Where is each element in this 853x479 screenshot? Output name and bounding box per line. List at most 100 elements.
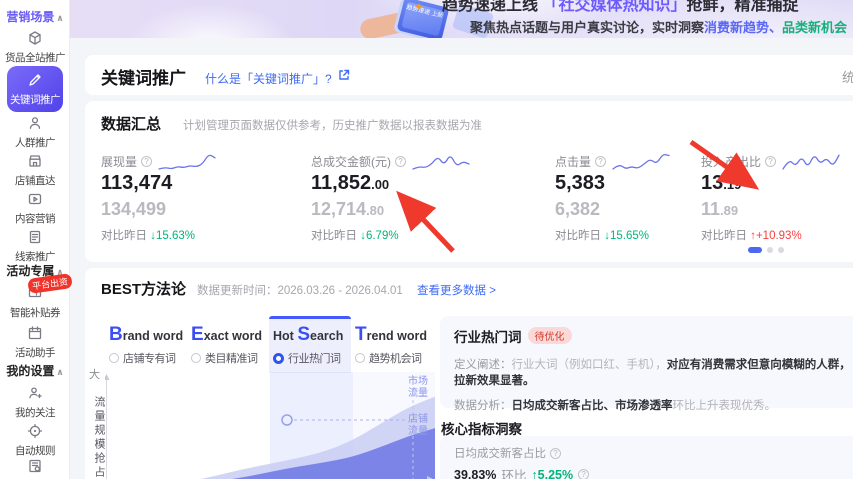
banner-headline: 趋势速递上线 「社交媒体热知识」抢鲜，精准捕捉: [442, 0, 798, 15]
sidebar-item-activity-helper[interactable]: 活动助手: [0, 325, 70, 361]
radio-icon[interactable]: [109, 353, 119, 363]
metric-value-decimal: .00: [371, 177, 390, 192]
sidebar-item-shop-direct[interactable]: 店铺直达: [0, 153, 70, 189]
tab-cn-label: 类目精准词: [205, 353, 258, 365]
metric-prev-value: 12,714: [311, 199, 367, 219]
compare-label: 对比昨日: [701, 230, 747, 242]
sidebar-group-settings[interactable]: 我的设置 ∧: [0, 362, 70, 379]
sidebar-item-label: 自动规则: [15, 445, 56, 457]
person-icon: [27, 115, 43, 131]
summary-note: 计划管理页面数据仅供参考，历史推广数据以报表数据为准: [183, 120, 482, 132]
metric-label: 点击量: [555, 154, 592, 169]
external-link-icon[interactable]: [338, 69, 350, 81]
kpi-change: ↑5.25%: [531, 467, 574, 479]
metric-prev-value: 6,382: [555, 199, 601, 219]
sparkle-icon: ✦: [414, 0, 425, 14]
tab-cn-label: 趋势机会词: [369, 353, 422, 365]
sidebar-item-audience[interactable]: 人群推广: [0, 115, 70, 151]
metric-value: 113,474: [101, 172, 173, 194]
sidebar-item-follows[interactable]: 我的关注: [0, 385, 70, 421]
best-tabs: Brand word 店铺专有词 Exact word 类目精准词 Hot Se…: [105, 316, 435, 373]
target-icon: [27, 423, 43, 439]
sidebar-item-label: 我的关注: [15, 407, 56, 419]
dot[interactable]: [767, 247, 773, 253]
metric-value: 13: [701, 172, 724, 194]
package-icon: [27, 30, 43, 46]
best-methodology-card: BEST方法论 数据更新时间：2026.03.26 - 2026.04.01 查…: [85, 268, 853, 479]
banner-subline: 聚焦热点话题与用户真实讨论，实时洞察消费新趋势、品类新机会: [470, 17, 847, 36]
group-label: 营销场景: [6, 10, 55, 24]
dot[interactable]: [778, 247, 784, 253]
sidebar-item-label: 人群推广: [15, 137, 56, 149]
sidebar-item-keyword[interactable]: 关键词推广: [7, 66, 63, 112]
compare-label: 对比昨日: [555, 230, 601, 242]
tab-cn-label: 行业热门词: [288, 353, 341, 365]
sparkline-clicks: [612, 154, 670, 170]
sidebar-item-full-site[interactable]: 货品全站推广: [0, 30, 70, 66]
sidebar-item-label: 关键词推广: [10, 94, 61, 106]
update-time: 数据更新时间：2026.03.26 - 2026.04.01: [197, 285, 403, 297]
sidebar-item-records[interactable]: 我的操作记录: [0, 458, 70, 479]
headline-prefix: 趋势速递上线: [442, 0, 543, 14]
help-circle-icon[interactable]: ?: [578, 469, 590, 479]
storefront-icon: [27, 153, 43, 169]
promo-banner[interactable]: 趋势速递 上新 ✦ 趋势速递上线 「社交媒体热知识」抢鲜，精准捕捉 聚焦热点话题…: [70, 0, 853, 38]
radio-icon[interactable]: [355, 353, 365, 363]
sidebar-group-marketing[interactable]: 营销场景 ∧: [0, 8, 70, 25]
best-title: BEST方法论: [101, 281, 187, 298]
compare-label: 对比昨日: [311, 230, 357, 242]
sidebar: 营销场景 ∧ 货品全站推广 关键词推广 人群推广 店铺直达 内容营销 线索推广 活…: [0, 0, 73, 479]
sparkline-roi: [782, 154, 840, 170]
sparkline-gmv: [412, 156, 470, 170]
dot-active[interactable]: [748, 247, 762, 253]
kpi-value: 39.83%: [454, 467, 497, 479]
sidebar-item-content[interactable]: 内容营销: [0, 191, 70, 227]
panel-title: 行业热门词: [454, 330, 522, 345]
tab-trend-word[interactable]: Trend word 趋势机会词: [351, 316, 433, 373]
help-circle-icon[interactable]: ?: [765, 155, 777, 167]
change-value: ↑+10.93%: [750, 230, 802, 242]
page-title: 关键词推广: [101, 69, 186, 88]
guide-point: [281, 414, 293, 426]
help-circle-icon[interactable]: ?: [395, 155, 406, 167]
subline-prefix: 聚焦热点话题与用户真实讨论，实时洞察: [470, 20, 705, 35]
help-circle-icon[interactable]: ?: [595, 155, 607, 167]
data-summary-card: 数据汇总 计划管理页面数据仅供参考，历史推广数据以报表数据为准 展现量? 113…: [85, 101, 853, 262]
analysis-line: 数据分析：日均成交新客占比、市场渗透率环比上升表现优秀。: [454, 400, 776, 412]
radio-selected-icon[interactable]: [273, 352, 284, 364]
sidebar-item-label: 智能补贴券: [10, 307, 61, 319]
compare-label: 对比昨日: [101, 230, 147, 242]
kpi-box: 日均成交新客占比? 39.83%环比↑5.25%? 同行同层均值: 34.34%: [440, 436, 853, 479]
metric-value: 5,383: [555, 172, 606, 194]
sidebar-item-label: 店铺直达: [15, 175, 56, 187]
change-value: ↓6.79%: [360, 230, 399, 242]
metric-label: 展现量: [101, 154, 138, 169]
tab-hot-search[interactable]: Hot Search 行业热门词: [269, 316, 351, 373]
sidebar-item-auto-rules[interactable]: 自动规则: [0, 423, 70, 459]
pen-icon: [27, 72, 43, 88]
history-doc-icon: [27, 458, 43, 474]
metric-prev-value: 11: [701, 199, 721, 219]
sidebar-item-label: 货品全站推广: [5, 52, 66, 64]
help-circle-icon[interactable]: ?: [550, 447, 561, 459]
document-icon: [27, 229, 43, 245]
help-circle-icon[interactable]: ?: [141, 155, 153, 167]
y-axis-top-label: 大: [89, 369, 100, 381]
metric-prev-value: 134,499: [101, 199, 167, 219]
metric-label: 投入产出比: [701, 154, 762, 169]
definition-line: 定义阐述：行业大词（例如口红、手机），对应有消费需求但意向模糊的人群，拉新效果显…: [454, 359, 851, 387]
view-more-link[interactable]: 查看更多数据 >: [417, 282, 496, 298]
group-label: 我的设置: [6, 364, 55, 378]
video-icon: [27, 191, 43, 207]
what-is-link[interactable]: 什么是「关键词推广」?: [205, 70, 332, 87]
sparkline-impressions: [158, 154, 216, 170]
metric-value: 11,852: [311, 172, 372, 194]
core-insight-title: 核心指标洞察: [441, 422, 522, 437]
tab-exact-word[interactable]: Exact word 类目精准词: [187, 316, 269, 373]
tab-cn-label: 店铺专有词: [123, 353, 176, 365]
headline-suffix: 抢鲜，精准捕捉: [686, 0, 799, 14]
sidebar-item-leads[interactable]: 线索推广: [0, 229, 70, 265]
tab-brand-word[interactable]: Brand word 店铺专有词: [105, 316, 187, 373]
metric-prev-decimal: .80: [366, 203, 385, 218]
radio-icon[interactable]: [191, 353, 201, 363]
